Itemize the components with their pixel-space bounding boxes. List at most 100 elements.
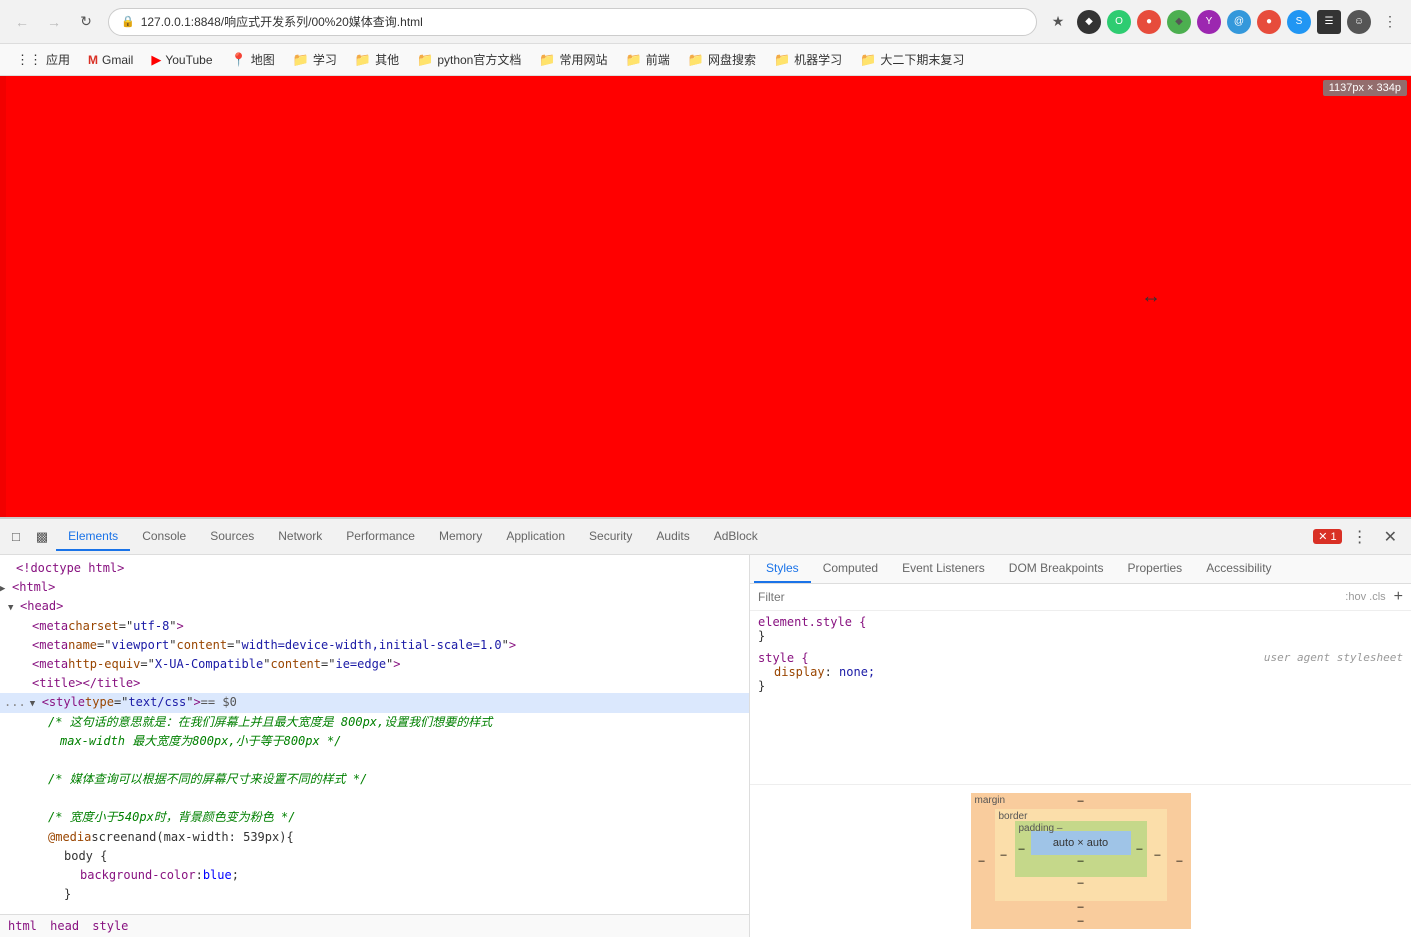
- tab-sources[interactable]: Sources: [198, 523, 266, 551]
- breadcrumb-sep1: [40, 919, 47, 933]
- code-body-close: }: [0, 885, 749, 904]
- styles-tab-event-listeners[interactable]: Event Listeners: [890, 555, 997, 583]
- bookmark-exam[interactable]: 📁 大二下期末复习: [852, 47, 972, 72]
- styles-tab-accessibility[interactable]: Accessibility: [1194, 555, 1283, 583]
- code-comment2: /* 媒体查询可以根据不同的屏幕尺寸来设置不同的样式 */: [0, 770, 749, 789]
- profile-icon[interactable]: ☺: [1347, 10, 1371, 34]
- content-size: auto × auto: [1053, 837, 1108, 849]
- breadcrumb-head[interactable]: head: [50, 919, 79, 933]
- html-triangle[interactable]: [0, 578, 12, 597]
- code-comment1b: max-width 最大宽度为800px,小于等于800px */: [0, 732, 749, 751]
- tab-elements[interactable]: Elements: [56, 523, 130, 551]
- bookmark-youtube[interactable]: ▶ YouTube: [143, 48, 220, 72]
- extension-icon-9[interactable]: ☰: [1317, 10, 1341, 34]
- study-folder-icon: 📁: [293, 52, 309, 68]
- forward-button[interactable]: →: [40, 8, 68, 36]
- bookmark-frontend[interactable]: 📁 前端: [618, 47, 678, 72]
- bookmark-other[interactable]: 📁 其他: [347, 47, 407, 72]
- bookmark-exam-label: 大二下期末复习: [880, 51, 964, 68]
- common-folder-icon: 📁: [539, 52, 555, 68]
- bookmark-maps[interactable]: 📍 地图: [223, 47, 283, 72]
- tab-console[interactable]: Console: [130, 523, 198, 551]
- viewport-size-badge: 1137px × 334p: [1323, 80, 1407, 96]
- star-icon[interactable]: ★: [1045, 9, 1071, 35]
- code-line-head: <head>: [0, 597, 749, 616]
- extension-icon-6[interactable]: @: [1227, 10, 1251, 34]
- bookmark-netdisk[interactable]: 📁 网盘搜索: [680, 47, 764, 72]
- devtools-more-button[interactable]: ⋮: [1346, 523, 1374, 551]
- frontend-folder-icon: 📁: [626, 52, 642, 68]
- tab-security[interactable]: Security: [577, 523, 644, 551]
- reload-button[interactable]: ↻: [72, 8, 100, 36]
- address-bar[interactable]: 🔒 127.0.0.1:8848/响应式开发系列/00%20媒体查询.html: [108, 8, 1037, 36]
- styles-content[interactable]: element.style { } style { user agent sty…: [750, 611, 1411, 784]
- tab-performance[interactable]: Performance: [334, 523, 427, 551]
- style-selector-ua: style { user agent stylesheet: [758, 651, 1403, 665]
- styles-filter-bar: :hov .cls +: [750, 584, 1411, 611]
- ellipsis-dots: ...: [4, 693, 26, 712]
- tab-network[interactable]: Network: [266, 523, 334, 551]
- bookmark-ml[interactable]: 📁 机器学习: [766, 47, 850, 72]
- back-button[interactable]: ←: [8, 8, 36, 36]
- extension-icon-1[interactable]: ◆: [1077, 10, 1101, 34]
- code-empty1: [0, 751, 749, 770]
- bookmark-python[interactable]: 📁 python官方文档: [409, 47, 529, 72]
- bookmark-apps[interactable]: ⋮⋮ 应用: [8, 47, 78, 72]
- styles-tab-properties[interactable]: Properties: [1115, 555, 1194, 583]
- url-text: 127.0.0.1:8848/响应式开发系列/00%20媒体查询.html: [141, 13, 423, 30]
- code-empty2: [0, 789, 749, 808]
- devtools-close-button[interactable]: ✕: [1378, 523, 1403, 551]
- inspect-element-icon[interactable]: □: [4, 523, 28, 550]
- padding-bottom-indicator: –: [1031, 855, 1131, 867]
- code-line-style[interactable]: ... <style type="text/css"> == $0: [0, 693, 749, 712]
- bookmark-gmail[interactable]: M Gmail: [80, 49, 141, 71]
- margin-right-value: –: [1176, 855, 1182, 867]
- breadcrumb-html[interactable]: html: [8, 919, 37, 933]
- bookmarks-bar: ⋮⋮ 应用 M Gmail ▶ YouTube 📍 地图 📁 学习 📁 其他 📁…: [0, 44, 1411, 76]
- device-toolbar-icon[interactable]: ▩: [28, 523, 56, 551]
- tab-application[interactable]: Application: [494, 523, 577, 551]
- tab-adblock[interactable]: AdBlock: [702, 523, 770, 551]
- styles-sub-tabs: Styles Computed Event Listeners DOM Brea…: [750, 555, 1411, 584]
- styles-tab-styles[interactable]: Styles: [754, 555, 811, 583]
- devtools-toolbar-right: ✕ 1 ⋮ ✕: [1313, 523, 1407, 551]
- code-line-html: <html>: [0, 578, 749, 597]
- style-triangle[interactable]: [30, 693, 42, 712]
- margin-top-value: –: [1077, 795, 1083, 807]
- styles-add-rule-button[interactable]: +: [1394, 588, 1403, 606]
- bookmark-maps-label: 地图: [251, 51, 275, 68]
- extension-icon-2[interactable]: O: [1107, 10, 1131, 34]
- styles-tab-dom-breakpoints[interactable]: DOM Breakpoints: [997, 555, 1116, 583]
- styles-filter-input[interactable]: [758, 590, 1337, 604]
- bookmark-study-label: 学习: [313, 51, 337, 68]
- extension-icon-4[interactable]: ◆: [1167, 10, 1191, 34]
- meta1-tag: <: [32, 617, 39, 636]
- styles-tab-computed[interactable]: Computed: [811, 555, 890, 583]
- left-ruler: [0, 76, 6, 517]
- resize-handle[interactable]: ↔: [1141, 285, 1161, 308]
- code-line-meta2: <meta name="viewport" content="width=dev…: [0, 636, 749, 655]
- apps-icon: ⋮⋮: [16, 52, 42, 68]
- elements-code-area[interactable]: <!doctype html> <html> <head> <meta char…: [0, 555, 749, 914]
- head-triangle[interactable]: [8, 597, 20, 616]
- box-model-diagram: margin – – – – border – –: [971, 793, 1191, 929]
- toolbar-icons: ★ ◆ O ● ◆ Y @ ● S ☰ ☺ ⋮: [1045, 9, 1403, 35]
- breadcrumb-style[interactable]: style: [92, 919, 128, 933]
- elements-panel: <!doctype html> <html> <head> <meta char…: [0, 555, 750, 937]
- code-bg-blue: background-color: blue;: [0, 866, 749, 885]
- extension-icon-8[interactable]: S: [1287, 10, 1311, 34]
- menu-icon[interactable]: ⋮: [1377, 9, 1403, 35]
- lock-icon: 🔒: [121, 15, 135, 28]
- bookmark-study[interactable]: 📁 学习: [285, 47, 345, 72]
- tab-memory[interactable]: Memory: [427, 523, 494, 551]
- bookmark-common-label: 常用网站: [560, 51, 608, 68]
- tab-audits[interactable]: Audits: [644, 523, 701, 551]
- extension-icon-3[interactable]: ●: [1137, 10, 1161, 34]
- extension-icon-7[interactable]: ●: [1257, 10, 1281, 34]
- youtube-icon: ▶: [151, 52, 161, 68]
- exam-folder-icon: 📁: [860, 52, 876, 68]
- bookmark-common[interactable]: 📁 常用网站: [531, 47, 615, 72]
- style-property-display: display: none;: [758, 665, 1403, 679]
- style-block-element-style: element.style { }: [758, 615, 1403, 643]
- extension-icon-5[interactable]: Y: [1197, 10, 1221, 34]
